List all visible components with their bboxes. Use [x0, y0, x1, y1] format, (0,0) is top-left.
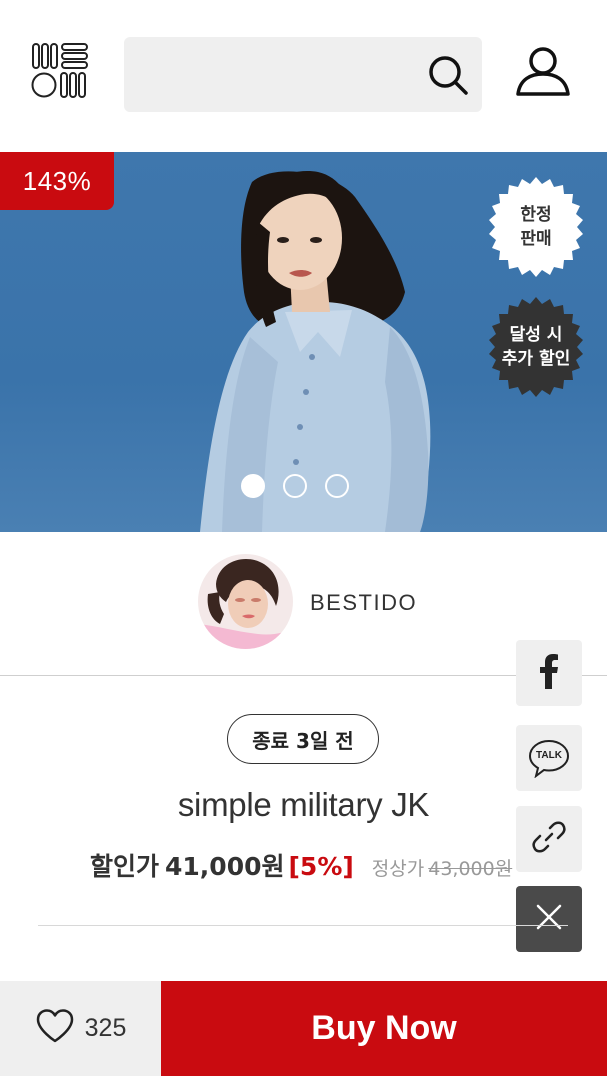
top-header [0, 0, 607, 153]
regular-price: 43,000원 [428, 858, 513, 880]
seller-name[interactable]: BESTIDO [310, 590, 417, 616]
limited-sale-stamp: 한정 판매 [484, 175, 588, 279]
extra-discount-text: 달성 시 추가 할인 [501, 325, 571, 369]
product-image-carousel[interactable]: 143% 한정 판매 달성 시 추가 할인 [0, 152, 607, 532]
close-share-button[interactable] [516, 886, 582, 952]
carousel-dot-1[interactable] [241, 474, 265, 498]
carousel-dot-2[interactable] [283, 474, 307, 498]
price-row: 할인가 41,000원 [5%] 정상가 43,000원 [90, 847, 512, 887]
seller-avatar[interactable] [198, 554, 293, 649]
link-icon [531, 819, 567, 860]
buy-now-button[interactable]: Buy Now [161, 981, 607, 1076]
like-count: 325 [84, 1014, 127, 1042]
extra-discount-stamp: 달성 시 추가 할인 [484, 295, 588, 399]
search-input[interactable] [138, 55, 422, 95]
regular-price-label: 정상가 [371, 858, 425, 880]
carousel-dot-3[interactable] [325, 474, 349, 498]
close-icon [535, 903, 563, 936]
heart-icon [35, 1008, 75, 1049]
search-icon[interactable] [426, 53, 470, 97]
facebook-share-button[interactable] [516, 640, 582, 706]
carousel-indicators [241, 474, 349, 504]
user-icon[interactable] [514, 46, 572, 98]
discount-badge: 143% [0, 152, 114, 210]
kakaotalk-icon: TALK [527, 738, 571, 779]
product-title: simple military JK [177, 786, 430, 823]
discount-percent: [5%] [288, 852, 354, 881]
deadline-badge: 종료 3일 전 [227, 714, 379, 764]
sale-price-label: 할인가 [90, 852, 160, 881]
divider [38, 925, 568, 926]
like-button[interactable]: 325 [0, 981, 161, 1076]
limited-sale-text: 한정 판매 [520, 205, 552, 249]
kakaotalk-share-button[interactable]: TALK [516, 725, 582, 791]
kakaotalk-label: TALK [536, 750, 562, 761]
facebook-icon [534, 653, 564, 694]
search-bar[interactable] [124, 37, 482, 112]
sale-price: 41,000원 [165, 852, 285, 881]
brand-logo-icon[interactable] [30, 40, 92, 102]
